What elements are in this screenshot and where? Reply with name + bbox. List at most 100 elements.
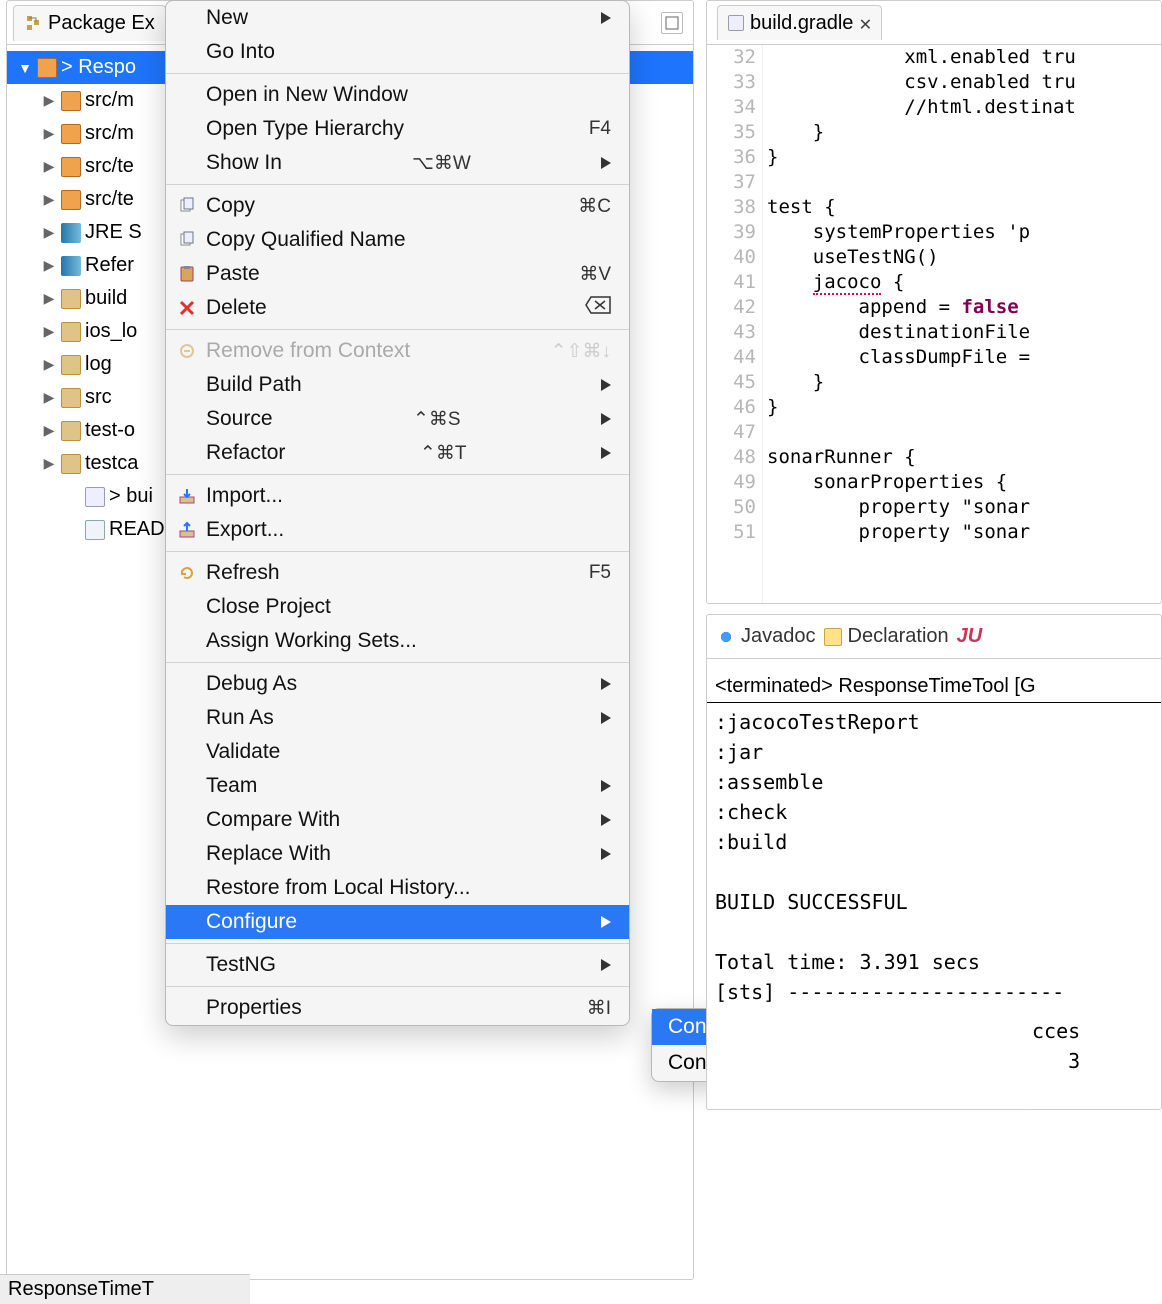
status-bar: ResponseTimeT (0, 1274, 250, 1304)
menu-item-label: Refresh (206, 561, 280, 585)
copy-icon (176, 229, 198, 251)
menu-item-remove-from-context: Remove from Context⌃⇧⌘↓ (166, 334, 629, 368)
tab-javadoc[interactable]: Javadoc (717, 625, 816, 648)
menu-item-label: Validate (206, 740, 280, 764)
menu-item-label: Copy Qualified Name (206, 228, 406, 252)
editor-tab-label: build.gradle (750, 12, 853, 35)
menu-shortcut: F5 (589, 562, 611, 584)
menu-item-paste[interactable]: Paste⌘V (166, 257, 629, 291)
menu-item-label: Open Type Hierarchy (206, 117, 404, 141)
menu-item-testng[interactable]: TestNG (166, 948, 629, 982)
folder-icon (61, 421, 81, 441)
menu-item-label: Export... (206, 518, 284, 542)
tree-item-label: src (85, 386, 112, 409)
menu-item-label: Run As (206, 706, 274, 730)
menu-item-go-into[interactable]: Go Into (166, 35, 629, 69)
submenu-arrow-icon (601, 12, 611, 24)
menu-shortcut: ⌘V (579, 263, 611, 286)
delete-key-icon (585, 296, 611, 320)
console-output[interactable]: :jacocoTestReport:jar:assemble:check:bui… (707, 703, 1161, 1011)
menu-item-label: Go Into (206, 40, 275, 64)
folder-icon (61, 454, 81, 474)
menu-item-label: Source (206, 407, 273, 431)
console-tail: cces 3 (1032, 1016, 1080, 1076)
tree-toggle-icon: ▶ (41, 92, 57, 109)
submenu-arrow-icon (601, 447, 611, 459)
menu-item-refresh[interactable]: Refresh F5 (166, 556, 629, 590)
close-icon[interactable]: ✕ (859, 11, 871, 35)
tab-label: Javadoc (741, 625, 816, 648)
tree-item-label: build (85, 287, 127, 310)
tree-item-label: > bui (109, 485, 153, 508)
maximize-button[interactable] (661, 12, 683, 34)
tree-item-label: src/m (85, 89, 134, 112)
tab-junit[interactable]: JU (957, 625, 983, 648)
menu-item-label: Assign Working Sets... (206, 629, 417, 653)
menu-item-label: Debug As (206, 672, 297, 696)
menu-item-label: Delete (206, 296, 267, 320)
menu-item-source[interactable]: Source⌃⌘S (166, 402, 629, 436)
console-header: <terminated> ResponseTimeTool [G (707, 671, 1161, 703)
menu-item-properties[interactable]: Properties⌘I (166, 991, 629, 1025)
menu-item-label: Remove from Context (206, 339, 410, 363)
menu-item-validate[interactable]: Validate (166, 735, 629, 769)
menu-item-copy[interactable]: Copy ⌘C (166, 189, 629, 223)
tab-label: Declaration (848, 625, 949, 648)
menu-separator (166, 474, 629, 475)
tree-item-label: > Respo (61, 56, 136, 79)
lib-icon (61, 256, 81, 276)
menu-item-team[interactable]: Team (166, 769, 629, 803)
pkg-icon (61, 157, 81, 177)
menu-item-run-as[interactable]: Run As (166, 701, 629, 735)
editor-tab[interactable]: build.gradle ✕ (717, 5, 882, 40)
menu-separator (166, 73, 629, 74)
copy-icon (176, 195, 198, 217)
menu-item-new[interactable]: New (166, 1, 629, 35)
tree-item-label: ios_lo (85, 320, 137, 343)
menu-item-open-in-new-window[interactable]: Open in New Window (166, 78, 629, 112)
editor-code[interactable]: xml.enabled tru csv.enabled tru //html.d… (763, 45, 1161, 603)
menu-item-compare-with[interactable]: Compare With (166, 803, 629, 837)
menu-item-delete[interactable]: Delete (166, 291, 629, 325)
bottom-tabbar: Javadoc Declaration JU (707, 615, 1161, 659)
tree-toggle-icon: ▶ (41, 389, 57, 406)
menu-item-open-type-hierarchy[interactable]: Open Type HierarchyF4 (166, 112, 629, 146)
menu-item-export[interactable]: Export... (166, 513, 629, 547)
tree-toggle-icon: ▶ (41, 257, 57, 274)
menu-item-replace-with[interactable]: Replace With (166, 837, 629, 871)
menu-item-label: Copy (206, 194, 255, 218)
menu-item-import[interactable]: Import... (166, 479, 629, 513)
menu-item-show-in[interactable]: Show In⌥⌘W (166, 146, 629, 180)
menu-item-close-project[interactable]: Close Project (166, 590, 629, 624)
submenu-arrow-icon (601, 959, 611, 971)
status-text: ResponseTimeT (8, 1278, 154, 1301)
menu-shortcut: ⌘C (578, 195, 611, 218)
menu-item-label: Restore from Local History... (206, 876, 471, 900)
menu-separator (166, 329, 629, 330)
paste-icon (176, 263, 198, 285)
tree-toggle-icon: ▶ (41, 290, 57, 307)
tree-item-label: log (85, 353, 112, 376)
tab-declaration[interactable]: Declaration (824, 625, 949, 648)
menu-item-build-path[interactable]: Build Path (166, 368, 629, 402)
menu-item-copy-qualified-name[interactable]: Copy Qualified Name (166, 223, 629, 257)
package-explorer-tab[interactable]: Package Ex (13, 5, 166, 41)
pkg-icon (61, 190, 81, 210)
package-explorer-tab-label: Package Ex (48, 12, 155, 35)
menu-item-restore-from-local-history[interactable]: Restore from Local History... (166, 871, 629, 905)
tree-toggle-icon: ▶ (41, 422, 57, 439)
menu-item-configure[interactable]: Configure (166, 905, 629, 939)
menu-item-refactor[interactable]: Refactor⌃⌘T (166, 436, 629, 470)
menu-item-label: Open in New Window (206, 83, 408, 107)
submenu-arrow-icon (601, 848, 611, 860)
menu-item-assign-working-sets[interactable]: Assign Working Sets... (166, 624, 629, 658)
tab-label: JU (957, 625, 983, 648)
menu-item-debug-as[interactable]: Debug As (166, 667, 629, 701)
folder-icon (61, 355, 81, 375)
submenu-arrow-icon (601, 379, 611, 391)
menu-separator (166, 943, 629, 944)
menu-separator (166, 551, 629, 552)
menu-item-label: Refactor (206, 441, 285, 465)
menu-item-label: Close Project (206, 595, 331, 619)
menu-item-label: Build Path (206, 373, 302, 397)
